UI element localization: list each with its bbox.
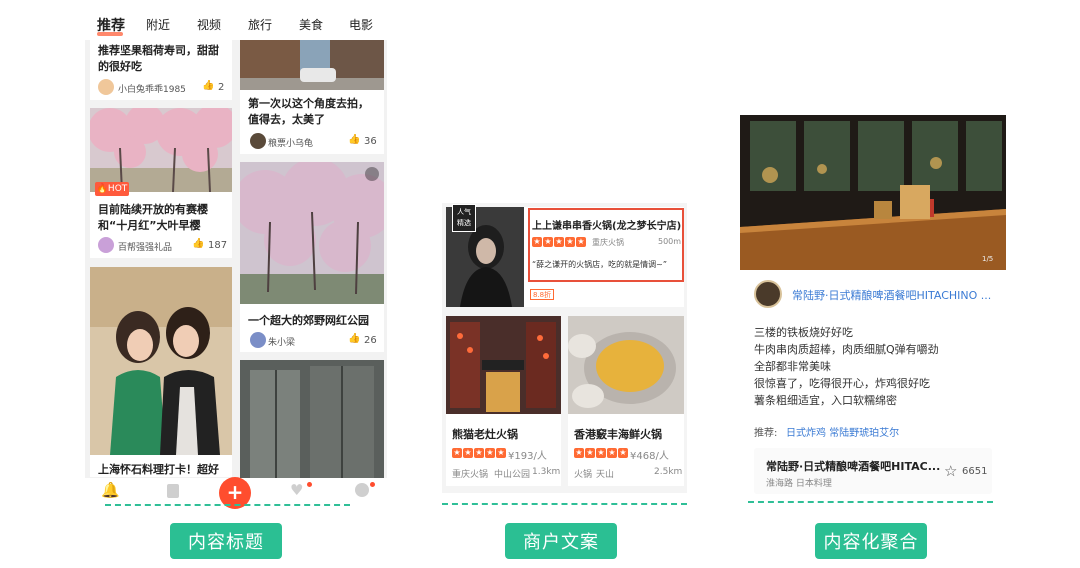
- tab-travel[interactable]: 旅行: [248, 16, 272, 33]
- merchant-area: 中山公园: [494, 470, 531, 480]
- card-title: 推荐坚果稻荷寿司，甜甜的很好吃: [98, 44, 219, 73]
- tab-video[interactable]: 视频: [197, 16, 221, 33]
- merchant-distance: 1.3km: [532, 467, 561, 477]
- photo-counter: 1/5: [982, 255, 994, 263]
- hot-badge: 🔥HOT: [95, 182, 129, 196]
- label-merchant-copy: 商户文案: [505, 523, 617, 559]
- rating-stars: ★ ★ ★ ★ ★: [574, 448, 628, 458]
- bottom-nav: 🔔 + ♥: [85, 477, 387, 509]
- bookmark-icon[interactable]: [167, 484, 179, 498]
- merchant-category: 重庆火锅: [592, 238, 624, 247]
- rating-stars: ★ ★ ★ ★ ★: [532, 237, 586, 247]
- card-likes: 26: [364, 335, 377, 346]
- street-photo: [240, 40, 384, 90]
- card-author: 百帮强强礼品: [118, 243, 173, 253]
- recommend-items[interactable]: 日式炸鸡 常陆野琥珀艾尔: [786, 424, 899, 439]
- feed-card-blossom[interactable]: 🔥HOT 目前陆续开放的有赛樱和“十月红”大叶早樱 百帮强强礼品 👍 187: [90, 108, 232, 258]
- avatar: [98, 237, 114, 253]
- card-likes: 36: [364, 136, 377, 147]
- merchant-card-panda[interactable]: 熊猫老灶火锅 ★ ★ ★ ★ ★ ¥193/人 重庆火锅 中山公园 1.3km: [446, 316, 561, 486]
- feed-card-park[interactable]: 一个超大的郊野网红公园 朱小梁 👍 26: [240, 162, 384, 352]
- review-text: 三楼的铁板烧好好吃 牛肉串肉质超棒，肉质细腻Q弹有嚼劲 全部都非常美味 很惊喜了…: [754, 324, 994, 409]
- card-likes: 187: [208, 240, 228, 251]
- featured-tag: 人气 精选: [452, 204, 476, 232]
- avatar: [250, 133, 266, 149]
- thumbs-up-icon[interactable]: 👍: [348, 333, 360, 344]
- card-title: 上海怀石料理打卡！超好: [98, 463, 219, 476]
- thumbs-up-icon[interactable]: 👍: [192, 238, 204, 249]
- merchant-card-seafood[interactable]: 香港竅丰海鲜火锅 ★ ★ ★ ★ ★ ¥468/人 火锅 天山 2.5km: [568, 316, 684, 486]
- tab-nearby[interactable]: 附近: [146, 16, 170, 33]
- merchant-name: 上上谦串串香火锅(龙之梦长宁店): [532, 221, 682, 232]
- merchant-price: ¥193/人: [508, 451, 547, 462]
- park-photo: [240, 162, 384, 304]
- restaurant-facade-photo: [446, 316, 561, 414]
- feed-card-kaiseki[interactable]: 上海怀石料理打卡！超好: [90, 267, 232, 477]
- merchant-name: 熊猫老灶火锅: [452, 428, 518, 441]
- merchant-name: 香港竅丰海鲜火锅: [574, 428, 662, 441]
- merchant-quote: “薛之谦开的火锅店，吃的就是情调~”: [532, 260, 667, 269]
- merchant-category: 火锅: [574, 470, 593, 480]
- card-title: 目前陆续开放的有赛樱和“十月红”大叶早樱: [98, 203, 208, 232]
- feed-card-city[interactable]: 第一次以这个角度去拍，值得去，太美了 粮票小乌龟 👍 36: [240, 40, 384, 154]
- card-likes: 2: [218, 82, 225, 93]
- bell-icon[interactable]: 🔔: [101, 481, 120, 499]
- divider-dashed: [105, 504, 350, 506]
- merchant-area: 天山: [596, 470, 615, 480]
- merchant-price: ¥468/人: [630, 451, 669, 462]
- rating-stars: ★ ★ ★ ★ ★: [452, 448, 506, 458]
- divider-dashed: [442, 503, 687, 505]
- friends-photo: [90, 267, 232, 455]
- discount-tag: 8.8折: [530, 289, 555, 300]
- tab-underline: [97, 32, 123, 36]
- label-content-title: 内容标题: [170, 523, 282, 559]
- review-line: 牛肉串肉质超棒，肉质细腻Q弹有嚼劲: [754, 343, 939, 356]
- shop-name: 常陆野·日式精酿啤酒餐吧HITAC...: [766, 460, 941, 473]
- shop-area: 淮海路 日本料理: [766, 479, 832, 489]
- card-author: 小白兔乖乖1985: [118, 85, 186, 95]
- card-author: 朱小梁: [268, 338, 296, 348]
- avatar[interactable]: [754, 280, 782, 308]
- card-author: 粮票小乌龟: [268, 139, 314, 149]
- label-content-aggregation: 内容化聚合: [815, 523, 927, 559]
- bar-interior-photo[interactable]: [740, 115, 1006, 270]
- aggregate-header-name[interactable]: 常陆野·日式精酿啤酒餐吧HITACHINO ...: [792, 287, 998, 303]
- hotpot-photo: [568, 316, 684, 414]
- notification-dot: [307, 482, 312, 487]
- avatar: [250, 332, 266, 348]
- notification-dot: [370, 482, 375, 487]
- thumbs-up-icon[interactable]: 👍: [348, 134, 360, 145]
- card-title: 第一次以这个角度去拍，值得去，太美了: [248, 97, 369, 126]
- star-outline-icon[interactable]: ☆: [944, 462, 957, 480]
- heart-icon[interactable]: ♥: [290, 481, 303, 499]
- recommend-label: 推荐:: [754, 428, 778, 439]
- merchant-distance: 2.5km: [654, 467, 683, 477]
- tab-food[interactable]: 美食: [299, 16, 323, 33]
- review-line: 很惊喜了，吃得很开心，炸鸡很好吃: [754, 377, 930, 390]
- glass-building-photo[interactable]: [240, 360, 384, 478]
- merchant-category: 重庆火锅: [452, 470, 489, 480]
- thumbs-up-icon[interactable]: 👍: [202, 80, 214, 91]
- feed-card-sushi[interactable]: 推荐坚果稻荷寿司，甜甜的很好吃 小白兔乖乖1985 👍 2: [90, 40, 232, 100]
- feed-tabs: 推荐 附近 视频 旅行 美食 电影: [85, 0, 387, 40]
- shop-card[interactable]: 常陆野·日式精酿啤酒餐吧HITAC... 淮海路 日本料理 ☆ 6651: [754, 448, 992, 494]
- avatar: [98, 79, 114, 95]
- card-title: 一个超大的郊野网红公园: [248, 314, 369, 327]
- blossom-photo: [90, 108, 232, 192]
- profile-icon[interactable]: [355, 483, 369, 497]
- review-line: 全部都非常美味: [754, 360, 831, 373]
- review-line: 三楼的铁板烧好好吃: [754, 326, 853, 339]
- tab-movie[interactable]: 电影: [349, 16, 373, 33]
- divider-dashed: [748, 501, 993, 503]
- featured-merchant-card[interactable]: 人气 精选 上上谦串串香火锅(龙之梦长宁店) ★ ★ ★ ★ ★ 重庆火锅 500m “薛…: [446, 204, 684, 307]
- review-line: 薯条粗细适宜，入口软糯绵密: [754, 394, 897, 407]
- merchant-distance: 500m: [658, 237, 682, 246]
- favorites-count: 6651: [962, 466, 988, 477]
